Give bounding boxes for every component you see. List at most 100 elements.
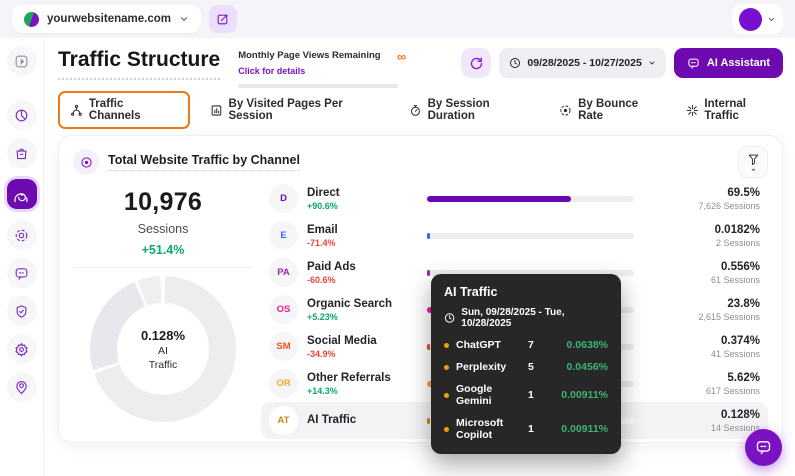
sidebar-item-goals[interactable] <box>7 220 37 250</box>
channel-sessions: 2 Sessions <box>646 238 760 248</box>
ai-assistant-button[interactable]: AI Assistant <box>674 48 783 78</box>
channel-bar-fill <box>427 233 430 239</box>
report-tabs: Traffic Channels By Visited Pages Per Se… <box>58 95 783 125</box>
channel-name: Paid Ads <box>307 261 356 274</box>
tooltip-source-count: 1 <box>528 389 548 401</box>
shopping-bag-icon <box>14 146 29 161</box>
filter-icon <box>747 153 760 171</box>
page-header: Traffic Structure Monthly Page Views Rem… <box>58 44 783 88</box>
sidebar-item-traffic[interactable] <box>7 179 37 209</box>
date-range-value: 09/28/2025 - 10/27/2025 <box>527 57 641 69</box>
tooltip-source-percent: 0.00911% <box>548 389 608 401</box>
gear-icon <box>14 342 29 357</box>
sidebar-item-settings[interactable] <box>7 334 37 364</box>
internal-traffic-icon <box>686 104 699 117</box>
tooltip-row: ChatGPT 7 0.0638% <box>444 339 608 351</box>
sidebar-item-dashboard[interactable] <box>7 100 37 130</box>
tooltip-source-percent: 0.0456% <box>548 361 608 373</box>
tooltip-source-name: ChatGPT <box>456 339 501 351</box>
summary-column: 10,976 Sessions +51.4% 0.128% AI Traffic <box>73 180 253 439</box>
channel-code-badge: D <box>269 184 298 213</box>
main-content: Traffic Structure Monthly Page Views Rem… <box>44 38 795 476</box>
chevron-down-icon <box>648 59 656 67</box>
tab-traffic-channels[interactable]: Traffic Channels <box>58 91 190 129</box>
channel-code-badge: AT <box>269 406 298 435</box>
donut-center-percent: 0.128% <box>141 328 185 343</box>
channel-name: Other Referrals <box>307 372 391 385</box>
channel-name: Social Media <box>307 335 377 348</box>
ai-traffic-tooltip: AI Traffic Sun, 09/28/2025 - Tue, 10/28/… <box>431 274 621 454</box>
tooltip-source-name: Google Gemini <box>456 383 528 407</box>
tab-bounce-rate[interactable]: By Bounce Rate <box>559 98 665 122</box>
quota-value: ∞ <box>397 50 406 63</box>
tab-label: By Bounce Rate <box>578 98 665 122</box>
channel-name: Direct <box>307 187 340 200</box>
shield-check-icon <box>14 304 29 319</box>
quota-details-link[interactable]: Click for details <box>238 66 305 76</box>
sidebar-item-security[interactable] <box>7 296 37 326</box>
channel-code-badge: OS <box>269 295 298 324</box>
channel-percent: 69.5% <box>646 187 760 199</box>
channel-code-badge: PA <box>269 258 298 287</box>
tab-session-duration[interactable]: By Session Duration <box>409 98 539 122</box>
channel-sessions: 617 Sessions <box>646 386 760 396</box>
user-menu[interactable] <box>732 4 783 34</box>
tooltip-source-percent: 0.0638% <box>548 339 608 351</box>
channel-change: -71.4% <box>307 238 338 248</box>
channel-percent: 0.0182% <box>646 224 760 236</box>
panel-expand-icon[interactable] <box>7 46 37 76</box>
channel-sessions: 14 Sessions <box>646 423 760 433</box>
channel-sessions: 41 Sessions <box>646 349 760 359</box>
tab-label: By Visited Pages Per Session <box>229 98 389 122</box>
chevron-down-icon <box>767 15 776 24</box>
donut-center-line1: AI <box>158 345 168 357</box>
channels-icon <box>70 104 83 117</box>
pages-icon <box>210 104 223 117</box>
refresh-icon <box>469 56 484 71</box>
domain-name: yourwebsitename.com <box>47 13 171 25</box>
user-location-icon <box>14 380 29 395</box>
tooltip-title: AI Traffic <box>444 285 608 299</box>
bounce-icon <box>559 104 572 117</box>
bullet-icon <box>444 343 449 348</box>
channel-percent: 23.8% <box>646 298 760 310</box>
clock-icon <box>444 312 455 324</box>
refresh-button[interactable] <box>461 48 491 78</box>
chat-icon <box>687 57 700 70</box>
sidebar-item-visitors[interactable] <box>7 372 37 402</box>
clock-icon <box>509 57 521 69</box>
channel-row[interactable]: D Direct +90.6% 69.5% 7,626 Sessions <box>261 180 768 217</box>
bullet-icon <box>444 365 449 370</box>
tab-label: Traffic Channels <box>89 98 178 122</box>
traffic-radar-icon <box>14 186 30 202</box>
card-title: Total Website Traffic by Channel <box>108 153 300 171</box>
total-sessions-change: +51.4% <box>142 243 185 257</box>
page-title: Traffic Structure <box>58 48 220 80</box>
tab-label: By Session Duration <box>428 98 540 122</box>
channel-row[interactable]: E Email -71.4% 0.0182% 2 Sessions <box>261 217 768 254</box>
channel-percent: 0.128% <box>646 409 760 421</box>
domain-selector[interactable]: yourwebsitename.com <box>12 5 201 33</box>
sidebar-item-orders[interactable] <box>7 138 37 168</box>
chevron-down-icon <box>179 14 189 24</box>
quota-label: Monthly Page Views Remaining <box>238 50 380 61</box>
tab-visited-pages[interactable]: By Visited Pages Per Session <box>210 98 389 122</box>
tooltip-source-percent: 0.00911% <box>548 423 608 435</box>
open-site-button[interactable] <box>209 5 237 33</box>
divider <box>73 267 253 268</box>
channel-donut-chart[interactable]: 0.128% AI Traffic <box>90 276 236 422</box>
channel-change: +5.23% <box>307 312 392 322</box>
channel-bar <box>427 196 634 202</box>
target-icon <box>14 228 29 243</box>
chat-fab-button[interactable] <box>745 429 782 466</box>
channel-bar-fill <box>427 344 430 350</box>
channel-change: -60.6% <box>307 275 356 285</box>
channel-name: Organic Search <box>307 298 392 311</box>
date-range-picker[interactable]: 09/28/2025 - 10/27/2025 <box>499 48 665 78</box>
tooltip-source-name: Microsoft Copilot <box>456 417 528 441</box>
sidebar-item-messages[interactable] <box>7 258 37 288</box>
channel-name: AI Traffic <box>307 414 356 427</box>
filter-button[interactable] <box>738 146 768 178</box>
tab-internal-traffic[interactable]: Internal Traffic <box>686 98 783 122</box>
topbar: yourwebsitename.com <box>0 0 795 38</box>
